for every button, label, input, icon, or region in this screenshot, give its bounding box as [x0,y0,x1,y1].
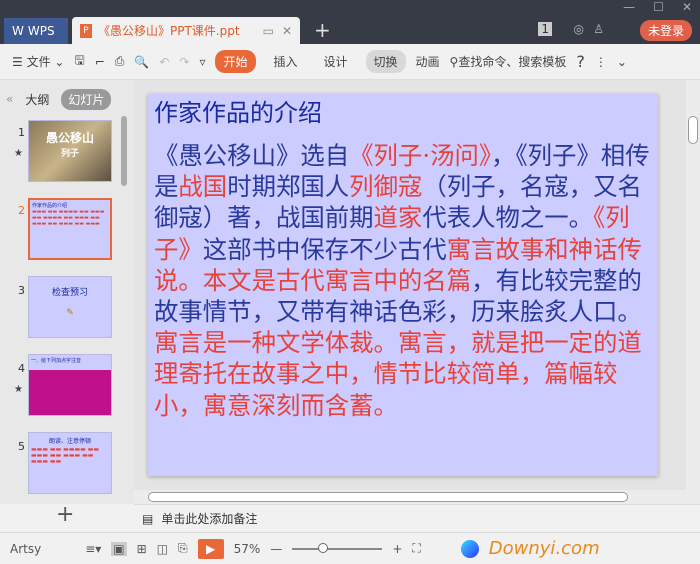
close-window-icon[interactable]: ✕ [682,0,692,14]
close-tab-icon[interactable]: ✕ [282,24,292,38]
more-icon[interactable]: ▿ [199,55,205,69]
notes-placeholder: 单击此处添加备注 [161,512,258,526]
ribbon-toolbar: ☰ 文件 ⌄ 🖫 ⌐ ⎙ 🔍 ↶ ↷ ▿ 开始 插入 设计 切换 动画 ⚲查找命… [0,44,700,80]
presenter-view-icon[interactable]: ⎘ [178,541,188,556]
text-run: 这部书中保存不少古代 [202,234,447,264]
redo-icon[interactable]: ↷ [179,55,189,69]
notes-area[interactable]: ▤ 单击此处添加备注 [134,504,700,532]
wps-home-tab[interactable]: W WPS [4,18,68,44]
text-run: 《列子·汤问》 [349,141,492,170]
horizontal-scrollbar[interactable] [134,490,686,504]
zoom-out-button[interactable]: — [270,542,282,556]
paragraph-intro: 《愚公移山》选自《列子·汤问》，《列子》相传是战国时期郑国人列御寇（列子，名寇，… [154,141,650,326]
text-run: 列御寇 [349,172,423,202]
slide-body[interactable]: 《愚公移山》选自《列子·汤问》，《列子》相传是战国时期郑国人列御寇（列子，名寇，… [154,140,654,421]
file-menu[interactable]: ☰ 文件 ⌄ [12,53,64,70]
zoom-level[interactable]: 57% [234,542,261,556]
slide-number: 2 [18,204,25,217]
maximize-icon[interactable]: ☐ [653,0,664,14]
text-run: 《愚公移山》选自 [154,141,350,170]
title-bar: W WPS P 《愚公移山》PPT课件.ppt ▭ ✕ + 1 ◎ ♙ — ☐ ✕ 未登录 [0,0,700,44]
thumb-title: 愚公移山 [45,131,94,145]
status-bar: Artsy ≡▾ ▣ ⊞ ◫ ⎘ ▶ 57% — + ⛶ Downyi.com [0,532,700,564]
collapse-pane-icon[interactable]: « [6,92,13,106]
thumb-subtitle: 列子 [60,149,79,159]
document-tab[interactable]: P 《愚公移山》PPT课件.ppt ▭ ✕ [72,17,300,44]
slide-editor: 作家作品的介绍 《愚公移山》选自《列子·汤问》，《列子》相传是战国时期郑国人列御… [134,80,686,490]
notes-icon: ▤ [142,511,154,526]
zoom-in-button[interactable]: + [392,542,402,556]
page-badge[interactable]: 1 [538,22,552,36]
thumb-title: 朗读、注意停顿 [48,438,91,445]
add-slide-button[interactable]: + [56,502,74,527]
slide-pane-scrollbar[interactable] [121,116,127,186]
thumb-title: 一、给下列加点字注音 [31,358,82,364]
fit-window-icon[interactable]: ⛶ [412,541,420,556]
text-run: 道家 [373,203,423,233]
assistant-orb-icon[interactable] [460,539,479,558]
text-run: 时期郑国人 [227,172,350,202]
search-command[interactable]: ⚲查找命令、搜索模板 [450,53,567,70]
paragraph-fable: 寓言是一种文学体裁。寓言，就是把一定的道理寄托在故事之中，情节比较简单，篇幅较小… [154,328,642,420]
text-run: 战国 [178,172,228,202]
zoom-slider[interactable] [292,542,383,553]
slide-number: 4 [18,362,25,375]
float-window-icon[interactable]: ▭ [263,24,274,38]
new-tab-button[interactable]: + [314,18,331,42]
document-tab-label: 《愚公移山》PPT课件.ppt [98,24,240,38]
print-icon[interactable]: ⎙ [115,54,125,69]
print-preview-icon[interactable]: 🔍 [134,55,149,69]
shirt-icon[interactable]: ♙ [593,22,604,36]
slide-thumbnail-3[interactable]: 检查预习 ✎ [28,276,112,338]
tab-home[interactable]: 开始 [215,50,256,73]
file-menu-label: 文件 [26,55,51,69]
slide-thumbnail-4[interactable]: 一、给下列加点字注音 [28,354,112,416]
search-label: 查找命令、搜索模板 [458,55,567,69]
watermark: Downyi.com [488,538,600,559]
text-run: 代表人物之一。 [422,203,594,233]
tab-animation[interactable]: 动画 [416,53,440,70]
normal-view-icon[interactable]: ▣ [111,541,127,556]
notes-toggle-icon[interactable]: ≡▾ [85,542,101,556]
format-painter-icon[interactable]: ⌐ [95,55,105,69]
login-button[interactable]: 未登录 [639,20,692,41]
collapse-ribbon-icon[interactable]: ⌄ [617,55,627,69]
slide-thumbnail-1[interactable]: 愚公移山 列子 [28,120,112,182]
current-slide[interactable]: 作家作品的介绍 《愚公移山》选自《列子·汤问》，《列子》相传是战国时期郑国人列御… [148,94,658,476]
help-icon[interactable]: ? [576,52,585,71]
outline-tab[interactable]: 大纲 [25,91,49,108]
animation-star-icon: ★ [14,384,23,395]
skin-icon[interactable]: ◎ [574,22,584,36]
slide-number: 1 [18,126,25,139]
more-options-icon[interactable]: ⋮ [595,55,607,69]
tab-design[interactable]: 设计 [316,50,356,73]
undo-icon[interactable]: ↶ [159,55,169,69]
wps-logo-icon: W [12,24,24,38]
slide-thumbnail-5[interactable]: 朗读、注意停顿 ▬▬▬ ▬▬ ▬▬▬▬ ▬▬ ▬▬▬ ▬▬ ▬▬▬ ▬▬ ▬▬▬ … [28,432,112,494]
theme-name: Artsy [10,541,42,556]
reading-view-icon[interactable]: ◫ [157,542,168,556]
slide-thumbnail-2[interactable]: 作家作品的介绍 ▬▬▬ ▬▬ ▬▬▬▬ ▬▬ ▬▬▬ ▬▬ ▬▬▬▬ ▬▬ ▬▬▬… [28,198,112,260]
sorter-view-icon[interactable]: ⊞ [137,542,147,556]
animation-star-icon: ★ [14,148,23,159]
ppt-file-icon: P [80,23,92,38]
slides-tab[interactable]: 幻灯片 [61,88,112,110]
minimize-icon[interactable]: — [623,0,635,14]
vertical-scrollbar[interactable] [686,80,700,504]
wps-tab-label: WPS [27,24,55,38]
thumb-title: 作家作品的介绍 [32,203,68,209]
save-icon[interactable]: 🖫 [74,51,84,72]
slide-number: 5 [18,440,25,453]
play-slideshow-button[interactable]: ▶ [197,538,224,559]
tab-insert[interactable]: 插入 [266,50,306,73]
slide-number: 3 [18,284,25,297]
slide-title[interactable]: 作家作品的介绍 [154,98,652,128]
slide-pane: « 大纲 幻灯片 1 ★ 愚公移山列子 2 作家作品的介绍 ▬▬▬ ▬▬ ▬▬▬▬ ▬▬… [0,80,134,504]
thumb-title: 检查预习 [51,288,88,298]
tab-transition[interactable]: 切换 [365,50,406,73]
pen-icon: ✎ [66,308,74,318]
